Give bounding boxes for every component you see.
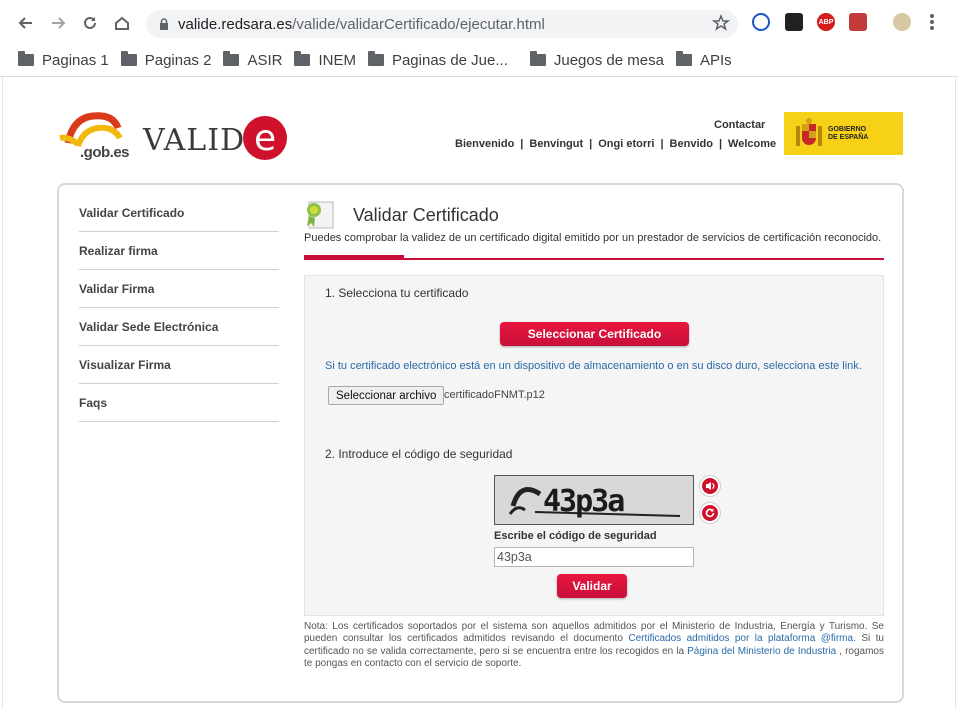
valide-logo-text: VALID xyxy=(143,122,246,158)
certificate-icon xyxy=(307,201,334,229)
lang-link[interactable]: Benvido xyxy=(670,138,713,150)
menu-kebab-icon[interactable] xyxy=(930,14,934,30)
bookmark-folder[interactable]: Paginas 1 xyxy=(18,51,109,69)
url-host: valide.redsara.es xyxy=(178,15,293,33)
security-code-input[interactable] xyxy=(494,547,694,567)
folder-icon xyxy=(294,51,311,66)
valide-logo[interactable]: VALID e xyxy=(143,116,288,162)
lang-link[interactable]: Ongi etorri xyxy=(598,138,654,150)
lang-link[interactable]: Welcome xyxy=(728,138,776,150)
step1-heading: 1. Selecciona tu certificado xyxy=(325,286,469,300)
bookmark-folder[interactable]: ASIR xyxy=(223,51,282,69)
valide-e-badge: e xyxy=(243,116,288,160)
bookmark-folder[interactable]: Juegos de mesa xyxy=(529,51,664,69)
sidebar-item-visualizar-firma[interactable]: Visualizar Firma xyxy=(79,346,279,384)
adblock-icon[interactable]: ABP xyxy=(817,13,835,31)
sidebar-item-realizar-firma[interactable]: Realizar firma xyxy=(79,232,279,270)
folder-icon xyxy=(120,51,137,66)
folder-icon xyxy=(675,51,692,66)
address-bar[interactable]: valide.redsara.es/valide/validarCertific… xyxy=(146,10,738,38)
certificates-doc-link[interactable]: Certificados admitidos por la plataforma… xyxy=(628,633,856,644)
extension-palette-icon[interactable] xyxy=(893,13,911,31)
lang-link[interactable]: Benvingut xyxy=(529,138,583,150)
sidebar-menu: Validar Certificado Realizar firma Valid… xyxy=(79,194,279,422)
validate-button[interactable]: Validar xyxy=(557,574,627,598)
refresh-icon xyxy=(702,505,718,521)
captcha-image: 43p3a xyxy=(494,475,694,525)
forward-icon[interactable] xyxy=(43,8,73,38)
lock-icon xyxy=(150,18,178,30)
title-underline xyxy=(304,258,884,260)
contact-link[interactable]: Contactar xyxy=(714,119,765,131)
ministry-page-link[interactable]: Página del Ministerio de Industria xyxy=(687,646,836,657)
coat-of-arms-icon xyxy=(796,117,822,146)
reload-icon[interactable] xyxy=(75,8,105,38)
security-code-label: Escribe el código de seguridad xyxy=(494,530,657,542)
page-subtitle: Puedes comprobar la validez de un certif… xyxy=(304,232,882,244)
sidebar-item-validar-firma[interactable]: Validar Firma xyxy=(79,270,279,308)
gobierno-logo[interactable]: GOBIERNO DE ESPAÑA xyxy=(784,112,903,155)
gob-swoosh-icon xyxy=(59,112,123,148)
language-links: Bienvenido | Benvingut | Ongi etorri | Benv… xyxy=(455,138,777,150)
page-title-block: Validar Certificado xyxy=(303,200,499,230)
url-path: /valide/validarCertificado/ejecutar.html xyxy=(292,15,545,33)
sidebar-item-validar-certificado[interactable]: Validar Certificado xyxy=(79,194,279,232)
bookmark-star-icon[interactable] xyxy=(711,13,731,36)
captcha-refresh-button[interactable] xyxy=(699,502,721,524)
back-icon[interactable] xyxy=(11,8,41,38)
gobierno-text: GOBIERNO DE ESPAÑA xyxy=(828,125,869,141)
bookmark-folder[interactable]: Paginas 2 xyxy=(120,51,211,69)
folder-icon xyxy=(223,51,240,66)
lang-link[interactable]: Bienvenido xyxy=(455,138,514,150)
folder-icon xyxy=(18,51,34,66)
extension-block-icon[interactable] xyxy=(752,13,770,31)
note-text: Nota: Los certificados soportados por el… xyxy=(304,621,884,670)
sidebar-item-faqs[interactable]: Faqs xyxy=(79,384,279,422)
bookmark-folder[interactable]: APIs xyxy=(675,51,732,69)
home-icon[interactable] xyxy=(107,8,137,38)
bookmark-folder[interactable]: Paginas de Jue... xyxy=(367,51,508,69)
bookmark-folder[interactable]: INEM xyxy=(294,51,356,69)
sidebar-item-validar-sede[interactable]: Validar Sede Electrónica xyxy=(79,308,279,346)
bookmarks-bar: Paginas 1 Paginas 2 ASIR INEM Paginas de… xyxy=(0,44,958,76)
selected-file-name: certificadoFNMT.p12 xyxy=(444,389,545,401)
choose-file-button[interactable]: Seleccionar archivo xyxy=(328,386,445,405)
captcha-audio-button[interactable] xyxy=(699,475,721,497)
gob-es-text: .gob.es xyxy=(80,144,130,161)
extension-dots-icon[interactable] xyxy=(849,13,867,31)
browser-toolbar: valide.redsara.es/valide/validarCertific… xyxy=(0,0,958,44)
gob-es-logo[interactable]: .gob.es xyxy=(58,108,138,164)
speaker-icon xyxy=(702,478,718,494)
page-title: Validar Certificado xyxy=(353,204,499,225)
captcha-text: 43p3a xyxy=(543,484,625,519)
select-certificate-button[interactable]: Seleccionar Certificado xyxy=(500,322,689,346)
folder-icon xyxy=(367,51,384,66)
extension-k-icon[interactable] xyxy=(785,13,803,31)
file-select-info-link[interactable]: Si tu certificado electrónico está en un… xyxy=(325,360,862,372)
folder-icon xyxy=(529,51,546,66)
step2-heading: 2. Introduce el código de seguridad xyxy=(325,447,513,461)
